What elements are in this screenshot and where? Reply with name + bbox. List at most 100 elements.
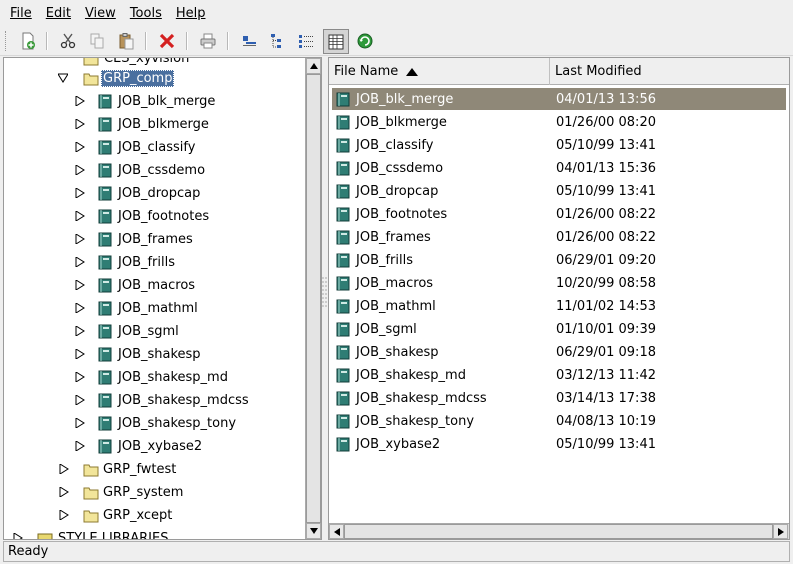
- tree-item-job[interactable]: JOB_shakesp: [98, 343, 203, 366]
- file-name-cell: JOB_footnotes: [356, 206, 448, 222]
- file-row[interactable]: JOB_cssdemo 04/01/13 15:36: [332, 157, 786, 179]
- file-row[interactable]: JOB_shakesp_mdcss 03/14/13 17:38: [332, 387, 786, 409]
- tree-group-item[interactable]: GRP_system: [83, 481, 185, 504]
- tree-item-job[interactable]: JOB_cssdemo: [98, 159, 207, 182]
- file-row[interactable]: JOB_footnotes 01/26/00 08:22: [332, 203, 786, 225]
- file-row[interactable]: JOB_frames 01/26/00 08:22: [332, 226, 786, 248]
- tree-group-grp-comp[interactable]: GRP_comp: [83, 67, 175, 90]
- scroll-right-button[interactable]: [773, 524, 788, 539]
- scroll-up-button[interactable]: [306, 58, 321, 74]
- file-list-pane[interactable]: File Name Last Modified JOB_blk_merge 04/…: [328, 57, 790, 540]
- tree-pane[interactable]: CES_xyvision GRP_comp STYLE LIBRARIES JO…: [3, 57, 322, 540]
- expand-arrow-icon[interactable]: [75, 395, 85, 405]
- new-file-button[interactable]: [17, 30, 39, 52]
- expand-arrow-icon[interactable]: [75, 303, 85, 313]
- print-button[interactable]: [197, 30, 219, 52]
- expand-arrow-icon[interactable]: [75, 211, 85, 221]
- tree-item-job[interactable]: JOB_xybase2: [98, 435, 204, 458]
- large-icons-view-button[interactable]: [238, 30, 260, 52]
- list-horizontal-scrollbar[interactable]: [329, 523, 789, 539]
- file-row[interactable]: JOB_classify 05/10/99 13:41: [332, 134, 786, 156]
- sort-ascending-icon: [406, 67, 419, 76]
- file-row[interactable]: JOB_shakesp 06/29/01 09:18: [332, 341, 786, 363]
- tree-item-job[interactable]: JOB_sgml: [98, 320, 181, 343]
- scroll-left-button[interactable]: [329, 524, 344, 539]
- file-row[interactable]: JOB_blk_merge 04/01/13 13:56: [332, 88, 786, 110]
- last-modified-cell: 06/29/01 09:20: [556, 252, 656, 268]
- file-row[interactable]: JOB_shakesp_md 03/12/13 11:42: [332, 364, 786, 386]
- tree-item-job[interactable]: JOB_shakesp_md: [98, 366, 230, 389]
- menu-help[interactable]: Help: [169, 0, 213, 27]
- expand-arrow-icon[interactable]: [75, 96, 85, 106]
- file-name-cell: JOB_cssdemo: [356, 160, 444, 176]
- last-modified-cell: 05/10/99 13:41: [556, 436, 656, 452]
- file-name-cell: JOB_frames: [356, 229, 431, 245]
- tree-item-job[interactable]: JOB_classify: [98, 136, 197, 159]
- file-row[interactable]: JOB_macros 10/20/99 08:58: [332, 272, 786, 294]
- menu-edit[interactable]: Edit: [39, 0, 78, 27]
- tree-item-job[interactable]: JOB_dropcap: [98, 182, 202, 205]
- copy-button[interactable]: [86, 30, 108, 52]
- expand-arrow-icon[interactable]: [75, 280, 85, 290]
- tree-item-job[interactable]: JOB_macros: [98, 274, 197, 297]
- expand-arrow-icon[interactable]: [59, 510, 69, 520]
- collapse-arrow-icon[interactable]: [58, 73, 68, 83]
- expand-arrow-icon[interactable]: [59, 464, 69, 474]
- expand-arrow-icon[interactable]: [75, 349, 85, 359]
- expand-arrow-icon[interactable]: [75, 326, 85, 336]
- last-modified-cell: 01/26/00 08:22: [556, 206, 656, 222]
- tree-item-job[interactable]: JOB_blk_merge: [98, 90, 217, 113]
- column-header-last-modified[interactable]: Last Modified: [550, 58, 789, 85]
- tree-item-job[interactable]: JOB_blkmerge: [98, 113, 211, 136]
- file-row[interactable]: JOB_blkmerge 01/26/00 08:20: [332, 111, 786, 133]
- menu-file[interactable]: File: [3, 0, 39, 27]
- scroll-down-button[interactable]: [306, 523, 321, 539]
- menu-tools[interactable]: Tools: [123, 0, 169, 27]
- scroll-thumb[interactable]: [306, 74, 321, 523]
- tree-item-label: JOB_frills: [118, 255, 176, 270]
- refresh-button[interactable]: [354, 30, 376, 52]
- expand-arrow-icon[interactable]: [75, 165, 85, 175]
- tree-view-button[interactable]: [266, 30, 288, 52]
- column-header-file-name[interactable]: File Name: [329, 58, 550, 85]
- job-document-icon: [336, 161, 350, 175]
- delete-button[interactable]: [156, 30, 178, 52]
- expand-arrow-icon[interactable]: [75, 372, 85, 382]
- tree-item-job[interactable]: JOB_frames: [98, 228, 195, 251]
- file-row[interactable]: JOB_sgml 01/10/01 09:39: [332, 318, 786, 340]
- expand-arrow-icon[interactable]: [75, 234, 85, 244]
- toolbar-grip[interactable]: [5, 31, 8, 51]
- expand-arrow-icon[interactable]: [75, 257, 85, 267]
- file-row[interactable]: JOB_frills 06/29/01 09:20: [332, 249, 786, 271]
- expand-arrow-icon[interactable]: [75, 188, 85, 198]
- tree-item-job[interactable]: JOB_mathml: [98, 297, 200, 320]
- file-row[interactable]: JOB_shakesp_tony 04/08/13 10:19: [332, 410, 786, 432]
- menu-view[interactable]: View: [78, 0, 123, 27]
- cut-button[interactable]: [57, 30, 79, 52]
- job-document-icon: [336, 184, 350, 198]
- expand-arrow-icon[interactable]: [75, 418, 85, 428]
- paste-button[interactable]: [115, 30, 137, 52]
- expand-arrow-icon[interactable]: [75, 142, 85, 152]
- expand-arrow-icon[interactable]: [75, 119, 85, 129]
- tree-vertical-scrollbar[interactable]: [305, 58, 321, 539]
- details-view-button[interactable]: [323, 29, 349, 54]
- list-view-button[interactable]: [295, 30, 317, 52]
- job-document-icon: [336, 368, 350, 382]
- file-row[interactable]: JOB_dropcap 05/10/99 13:41: [332, 180, 786, 202]
- tree-group-item[interactable]: GRP_fwtest: [83, 458, 178, 481]
- scroll-thumb[interactable]: [344, 524, 773, 539]
- tree-item-job[interactable]: JOB_shakesp_tony: [98, 412, 238, 435]
- tree-item-job[interactable]: JOB_frills: [98, 251, 177, 274]
- file-row[interactable]: JOB_mathml 11/01/02 14:53: [332, 295, 786, 317]
- tree-group-item[interactable]: GRP_xcept: [83, 504, 174, 527]
- expand-arrow-icon[interactable]: [13, 533, 23, 540]
- expand-arrow-icon[interactable]: [75, 441, 85, 451]
- file-row[interactable]: JOB_xybase2 05/10/99 13:41: [332, 433, 786, 455]
- expand-arrow-icon[interactable]: [59, 487, 69, 497]
- tree-item-style-libraries[interactable]: STYLE LIBRARIES: [37, 527, 170, 539]
- tree-item-job[interactable]: JOB_shakesp_mdcss: [98, 389, 251, 412]
- tree-item-label: JOB_sgml: [118, 324, 179, 339]
- job-document-icon: [98, 439, 112, 454]
- tree-item-job[interactable]: JOB_footnotes: [98, 205, 211, 228]
